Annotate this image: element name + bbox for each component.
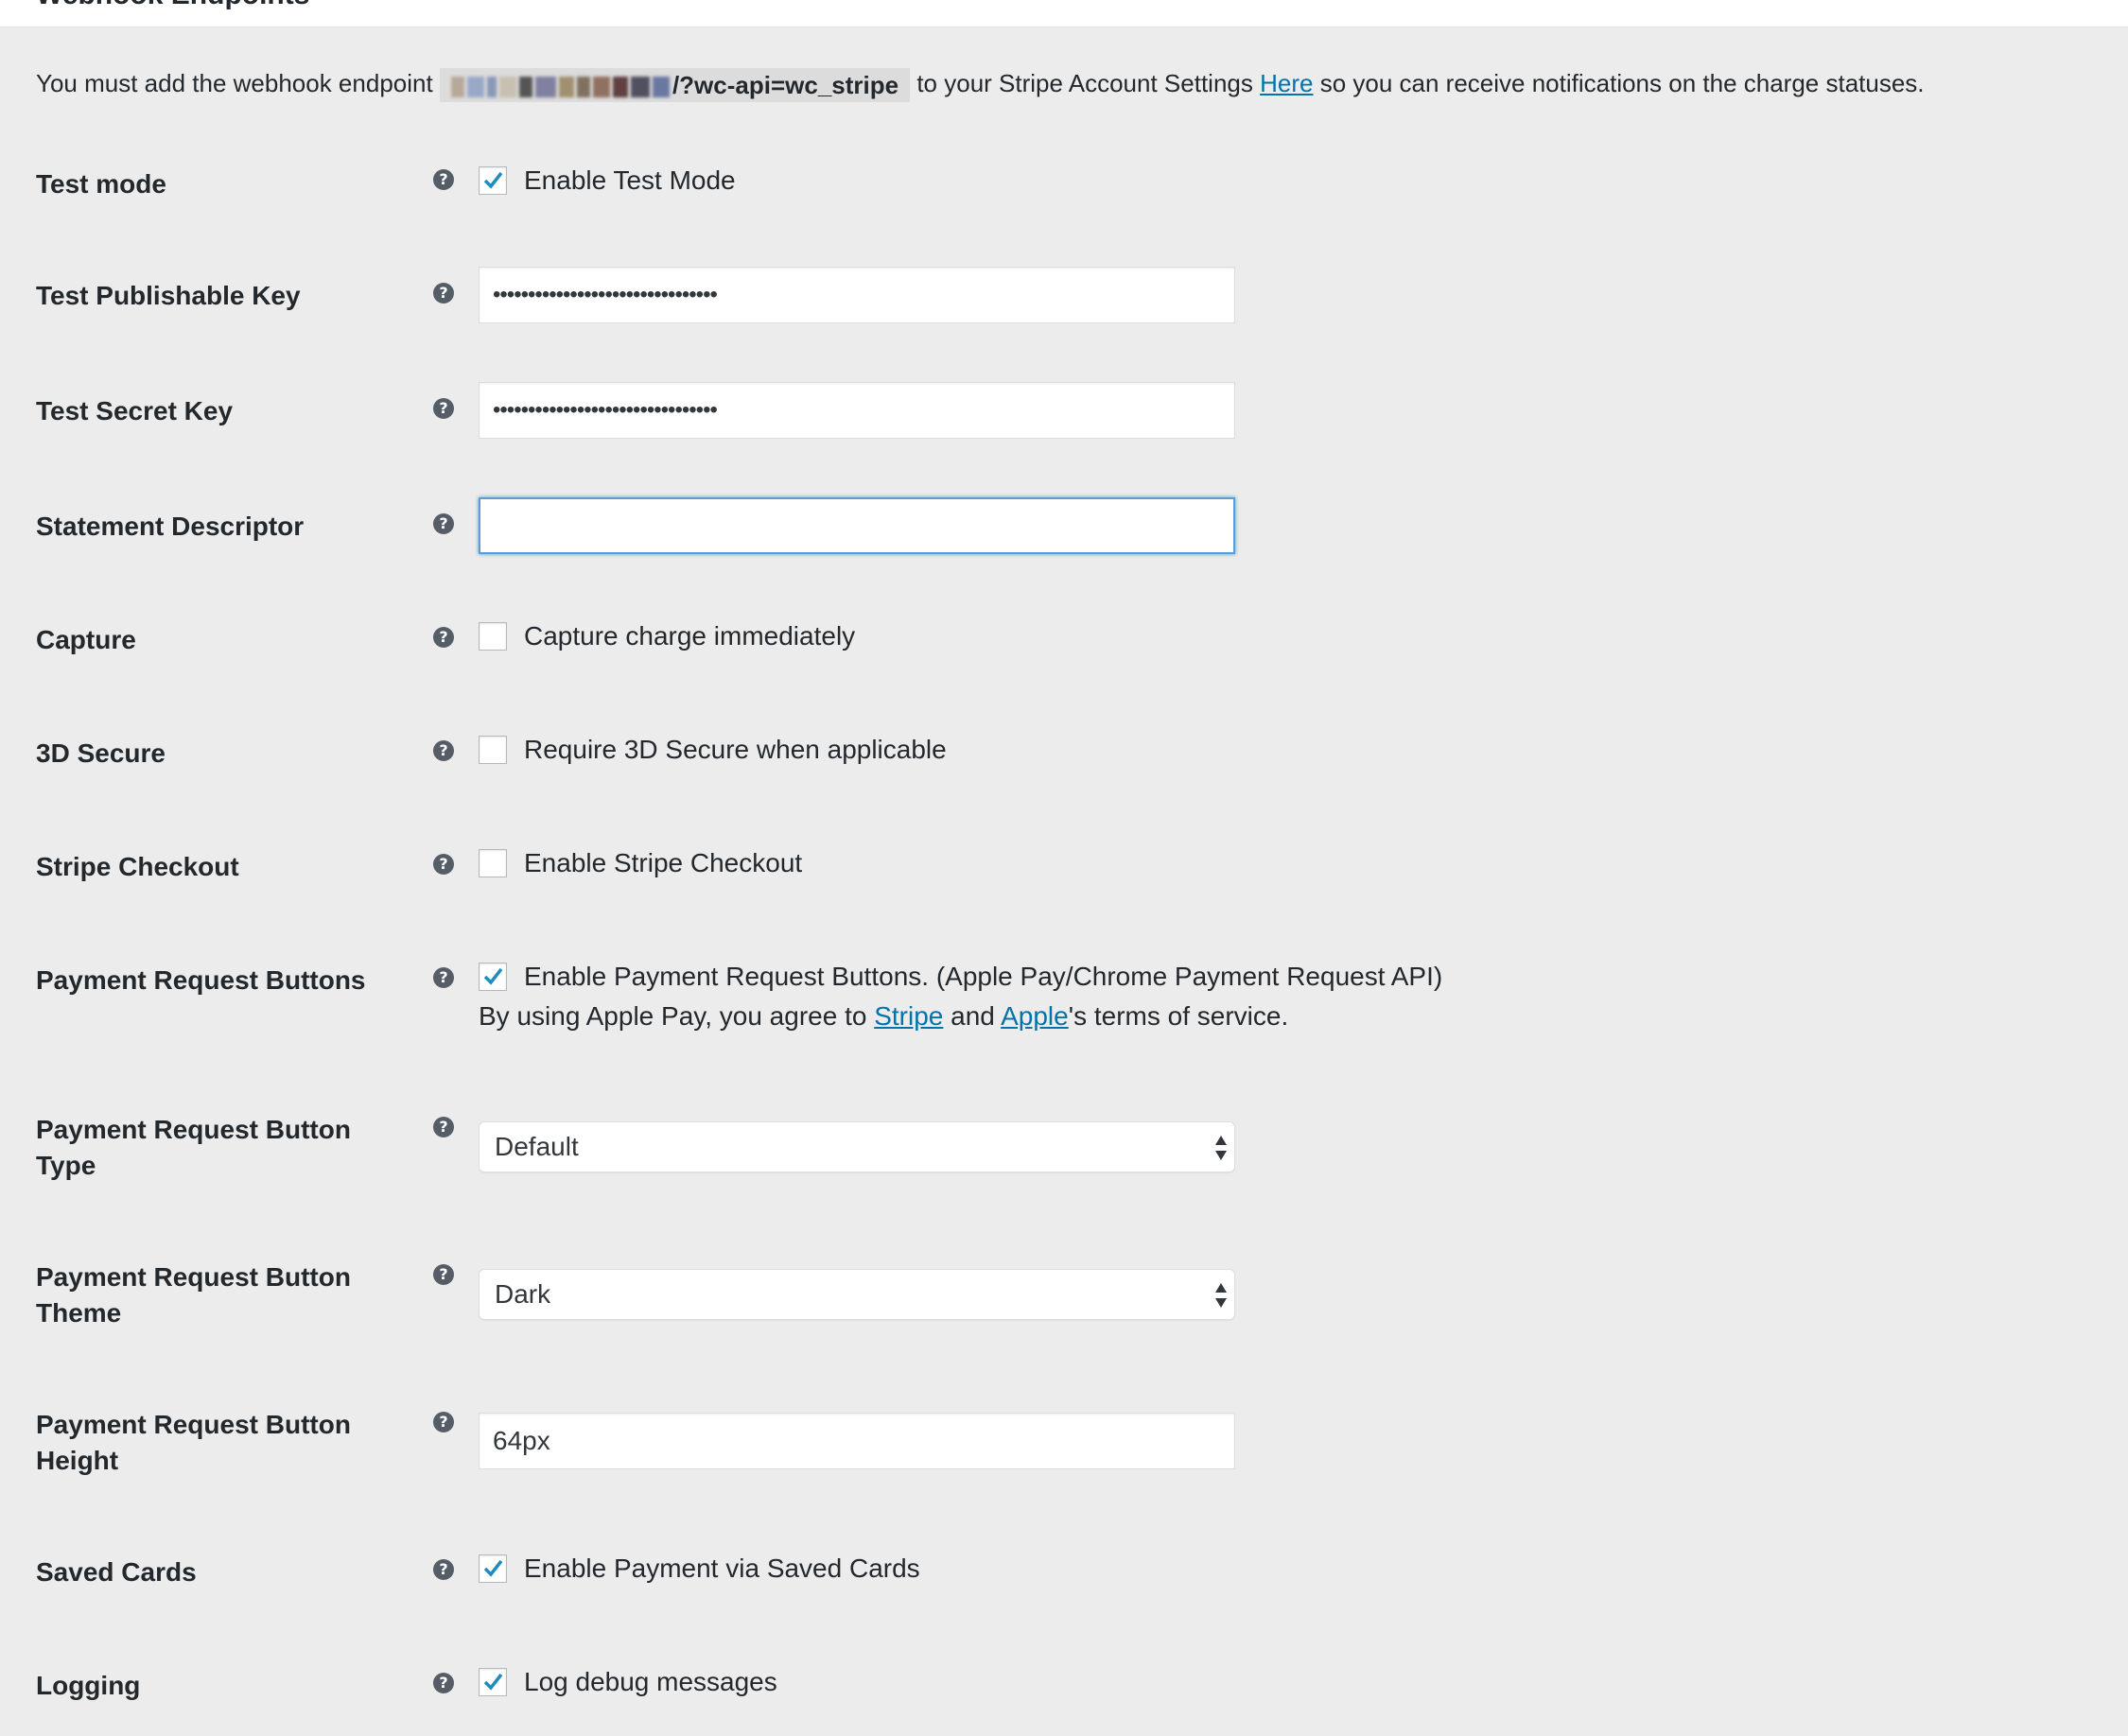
- help-icon[interactable]: ?: [433, 1673, 454, 1693]
- help-icon[interactable]: ?: [433, 1412, 454, 1432]
- button-height-input[interactable]: 64px: [479, 1413, 1235, 1469]
- help-icon[interactable]: ?: [433, 1559, 454, 1580]
- help-icon[interactable]: ?: [433, 967, 454, 988]
- select-arrows-icon: [1215, 1136, 1227, 1160]
- help-icon[interactable]: ?: [433, 854, 454, 875]
- button-height-label-line2: Height: [36, 1446, 119, 1475]
- stripe-settings-link[interactable]: Here: [1260, 69, 1313, 97]
- webhook-prefix: You must add the webhook endpoint: [36, 69, 433, 97]
- help-icon[interactable]: ?: [433, 627, 454, 648]
- apple-terms-link[interactable]: Apple: [1001, 1001, 1069, 1031]
- webhook-suffix: so you can receive notifications on the …: [1319, 69, 1925, 97]
- desc-prefix: By using Apple Pay, you agree to: [479, 1001, 867, 1031]
- stripe-checkout-label: Stripe Checkout: [36, 852, 239, 881]
- test-secret-key-label: Test Secret Key: [36, 396, 234, 425]
- test-mode-checkbox[interactable]: [479, 166, 507, 195]
- logging-checkbox[interactable]: [479, 1668, 507, 1696]
- saved-cards-option: Enable Payment via Saved Cards: [524, 1554, 920, 1583]
- select-arrows-icon: [1215, 1283, 1227, 1308]
- saved-cards-label: Saved Cards: [36, 1557, 197, 1587]
- help-icon[interactable]: ?: [433, 1117, 454, 1137]
- button-type-label-line1: Payment Request Button: [36, 1115, 351, 1144]
- help-icon[interactable]: ?: [433, 740, 454, 761]
- button-theme-value: Dark: [495, 1279, 551, 1309]
- webhook-notice: You must add the webhook endpoint /?wc-a…: [36, 64, 1925, 103]
- logging-label: Logging: [36, 1671, 141, 1700]
- button-theme-label-line2: Theme: [36, 1298, 122, 1328]
- statement-descriptor-input[interactable]: [479, 497, 1235, 554]
- 3d-secure-option: Require 3D Secure when applicable: [524, 735, 947, 764]
- button-theme-label: Payment Request Button Theme: [36, 1259, 395, 1331]
- button-height-label-line1: Payment Request Button: [36, 1410, 351, 1439]
- checkmark-icon: [483, 171, 503, 189]
- stripe-checkout-option: Enable Stripe Checkout: [524, 848, 803, 877]
- checkmark-icon: [483, 1559, 503, 1577]
- saved-cards-checkbox[interactable]: [479, 1554, 507, 1583]
- desc-suffix: 's terms of service.: [1068, 1001, 1289, 1031]
- checkmark-icon: [483, 967, 503, 985]
- button-type-label-line2: Type: [36, 1151, 96, 1180]
- payment-request-buttons-label: Payment Request Buttons: [36, 965, 366, 995]
- desc-and: and: [951, 1001, 995, 1031]
- section-title: Webhook Endpoints: [36, 0, 309, 11]
- test-publishable-key-label: Test Publishable Key: [36, 281, 301, 310]
- 3d-secure-checkbox[interactable]: [479, 736, 507, 764]
- statement-descriptor-label: Statement Descriptor: [36, 512, 305, 541]
- help-icon[interactable]: ?: [433, 283, 454, 304]
- button-theme-label-line1: Payment Request Button: [36, 1262, 351, 1292]
- payment-request-option: Enable Payment Request Buttons. (Apple P…: [524, 962, 1443, 991]
- test-secret-key-input[interactable]: ••••••••••••••••••••••••••••••••: [479, 382, 1235, 439]
- checkmark-icon: [483, 1673, 503, 1691]
- webhook-middle: to your Stripe Account Settings: [916, 69, 1253, 97]
- button-type-value: Default: [495, 1132, 579, 1161]
- webhook-endpoint: /?wc-api=wc_stripe: [439, 68, 911, 103]
- payment-request-description: By using Apple Pay, you agree to Stripe …: [479, 998, 1288, 1034]
- payment-request-checkbox[interactable]: [479, 963, 507, 991]
- help-icon[interactable]: ?: [433, 398, 454, 419]
- logging-option: Log debug messages: [524, 1667, 777, 1696]
- help-icon[interactable]: ?: [433, 1264, 454, 1285]
- capture-label: Capture: [36, 625, 136, 654]
- button-type-select[interactable]: Default: [479, 1121, 1235, 1172]
- test-mode-label: Test mode: [36, 169, 166, 199]
- test-publishable-key-input[interactable]: ••••••••••••••••••••••••••••••••: [479, 267, 1235, 323]
- stripe-terms-link[interactable]: Stripe: [874, 1001, 943, 1031]
- help-icon[interactable]: ?: [433, 513, 454, 534]
- 3d-secure-label: 3D Secure: [36, 738, 166, 768]
- button-type-label: Payment Request Button Type: [36, 1112, 395, 1184]
- webhook-endpoint-text: /?wc-api=wc_stripe: [672, 71, 899, 100]
- capture-option: Capture charge immediately: [524, 621, 856, 651]
- button-height-label: Payment Request Button Height: [36, 1407, 395, 1479]
- stripe-checkout-checkbox[interactable]: [479, 849, 507, 877]
- header-bar: Webhook Endpoints: [0, 0, 2128, 27]
- test-publishable-key-value: ••••••••••••••••••••••••••••••••: [493, 282, 718, 307]
- test-mode-option: Enable Test Mode: [524, 165, 736, 195]
- capture-checkbox[interactable]: [479, 622, 507, 651]
- button-theme-select[interactable]: Dark: [479, 1269, 1235, 1320]
- test-secret-key-value: ••••••••••••••••••••••••••••••••: [493, 397, 718, 423]
- help-icon[interactable]: ?: [433, 169, 454, 190]
